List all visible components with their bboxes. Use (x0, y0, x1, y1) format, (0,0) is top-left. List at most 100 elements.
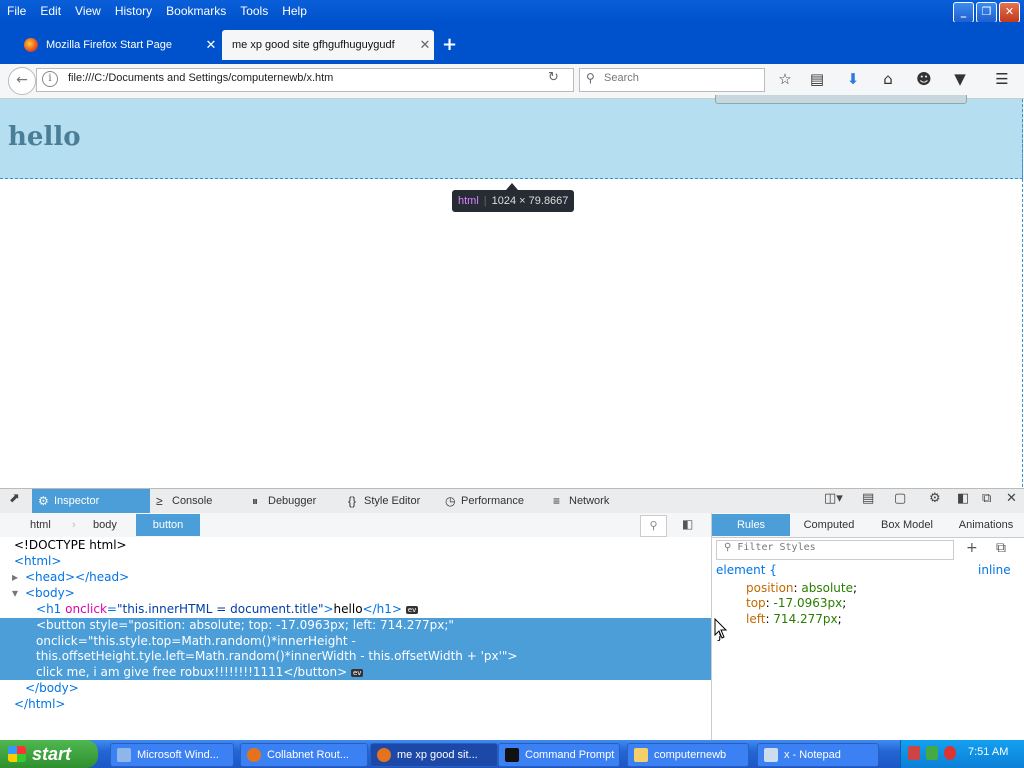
event-badge[interactable]: ev (350, 668, 364, 677)
console-icon: ≥ (156, 494, 163, 508)
markup-doctype: <!DOCTYPE html> (14, 538, 127, 552)
minimize-button[interactable]: _ (953, 2, 974, 23)
markup-button-line[interactable]: this.offsetHeight.tyle.left=Math.random(… (36, 649, 518, 663)
breadcrumb-button[interactable]: button (136, 514, 200, 536)
settings-gear-icon[interactable]: ⚙ (929, 491, 941, 506)
debugger-icon: ⏸ (252, 494, 259, 508)
close-tab-icon[interactable]: ✕ (202, 37, 220, 53)
shield-tray-icon[interactable] (944, 746, 956, 760)
markup-body-open[interactable]: <body> (25, 586, 75, 600)
taskbar-item[interactable]: Collabnet Rout... (240, 743, 368, 767)
firefox-icon (377, 748, 391, 762)
markup-button-line[interactable]: onclick="this.style.top=Math.random()*in… (36, 634, 356, 648)
menu-file[interactable]: File (0, 0, 33, 22)
tab-computed[interactable]: Computed (792, 514, 866, 536)
style-editor-icon: {} (348, 494, 357, 508)
info-icon[interactable]: i (42, 71, 58, 87)
taskbar-item[interactable]: computernewb (627, 743, 749, 767)
toggle-pseudo-class-icon[interactable]: ⧉ (996, 540, 1006, 556)
menu-history[interactable]: History (108, 0, 159, 22)
tab-rules[interactable]: Rules (712, 514, 790, 536)
filter-icon: ⚲ (724, 542, 738, 553)
security-tray-icon[interactable] (926, 746, 938, 760)
dock-side-icon[interactable]: ◧ (957, 491, 969, 506)
command-prompt-icon (505, 748, 519, 762)
menu-help[interactable]: Help (275, 0, 314, 22)
tab-active[interactable]: me xp good site gfhgufhuguygudf ✕ (222, 30, 434, 60)
network-tray-icon[interactable] (908, 746, 920, 760)
breadcrumb-body[interactable]: body (93, 514, 117, 536)
home-icon[interactable]: ⌂ (877, 68, 899, 90)
responsive-mode-icon[interactable]: ▢ (894, 491, 906, 506)
breadcrumb-html[interactable]: html (30, 514, 51, 536)
menu-view[interactable]: View (68, 0, 108, 22)
pocket-icon[interactable]: ▼ (949, 68, 971, 90)
tab-console[interactable]: ≥ Console (150, 489, 212, 513)
taskbar-item[interactable]: x - Notepad (757, 743, 879, 767)
tab-animations[interactable]: Animations (948, 514, 1024, 536)
tab-label: Mozilla Firefox Start Page (46, 39, 172, 51)
back-button[interactable]: ← (8, 67, 36, 95)
rule-declaration[interactable]: position: absolute; (746, 581, 857, 595)
clock[interactable]: 7:51 AM (968, 746, 1008, 758)
menu-bookmarks[interactable]: Bookmarks (159, 0, 233, 22)
element-picker-icon[interactable]: ⬈ (9, 491, 20, 506)
layout-icon[interactable]: ◫▾ (824, 491, 843, 506)
downloads-icon[interactable]: ⬇ (842, 68, 864, 90)
hamburger-menu-icon[interactable]: ☰ (991, 68, 1013, 90)
url-text[interactable]: file:///C:/Documents and Settings/comput… (68, 72, 333, 84)
tab-network[interactable]: ≡ Network (547, 489, 609, 513)
menu-edit[interactable]: Edit (33, 0, 68, 22)
smiley-icon[interactable]: ☻ (913, 68, 935, 90)
toggle-sidebar-icon[interactable]: ◧ (682, 517, 693, 531)
menu-tools[interactable]: Tools (233, 0, 275, 22)
menu-bar: File Edit View History Bookmarks Tools H… (0, 0, 314, 22)
close-devtools-icon[interactable]: ✕ (1006, 491, 1017, 506)
close-window-button[interactable]: ✕ (999, 2, 1020, 23)
tab-debugger[interactable]: ⏸ Debugger (246, 489, 316, 513)
markup-body-close[interactable]: </body> (25, 681, 79, 695)
tab-firefox-start[interactable]: Mozilla Firefox Start Page ✕ (14, 30, 220, 60)
start-button[interactable]: start (0, 740, 98, 768)
markup-html-close[interactable]: </html> (14, 697, 66, 711)
markup-search-icon[interactable]: ⚲ (640, 515, 667, 537)
search-placeholder: Search (604, 72, 639, 84)
rule-declaration[interactable]: top: -17.0963px; (746, 596, 846, 610)
tab-style-editor[interactable]: {} Style Editor (342, 489, 420, 513)
markup-head[interactable]: <head></head> (25, 570, 129, 584)
new-tab-button[interactable]: + (442, 34, 457, 55)
undock-window-icon[interactable]: ⧉ (982, 491, 991, 506)
inspector-icon: ⚙ (38, 494, 49, 508)
split-console-icon[interactable]: ▤ (862, 491, 874, 506)
taskbar-item[interactable]: Command Prompt (498, 743, 620, 767)
rule-declaration[interactable]: left: 714.277px; (746, 612, 842, 626)
tab-performance[interactable]: ◷ Performance (439, 489, 524, 513)
reload-icon[interactable]: ↻ (548, 70, 559, 85)
free-robux-button[interactable] (715, 95, 967, 104)
add-rule-icon[interactable]: + (966, 540, 978, 556)
markup-html-open[interactable]: <html> (14, 554, 61, 568)
markup-button-line[interactable]: click me, i am give free robux!!!!!!!!11… (36, 665, 364, 679)
collapse-arrow-icon[interactable]: ▾ (12, 586, 18, 600)
search-icon: ⚲ (586, 71, 595, 85)
tab-inspector[interactable]: ⚙ Inspector (32, 489, 150, 513)
expand-arrow-icon[interactable]: ▸ (12, 570, 18, 584)
markup-button-line[interactable]: <button style="position: absolute; top: … (36, 618, 454, 632)
tab-box-model[interactable]: Box Model (868, 514, 946, 536)
restore-button[interactable]: ❐ (976, 2, 997, 23)
page-heading[interactable]: hello (8, 122, 81, 152)
close-tab-icon[interactable]: ✕ (416, 37, 434, 53)
reading-list-icon[interactable]: ▤ (806, 68, 828, 90)
markup-h1[interactable]: <h1 onclick="this.innerHTML = document.t… (36, 602, 419, 616)
h1-highlight (0, 99, 1023, 179)
firefox-icon (247, 748, 261, 762)
taskbar-item[interactable]: Microsoft Wind... (110, 743, 234, 767)
element-tooltip: html | 1024 × 79.8667 (452, 190, 575, 212)
network-icon: ≡ (553, 494, 561, 508)
tooltip-tag: html (458, 195, 479, 207)
rule-source[interactable]: inline (978, 563, 1011, 577)
event-badge[interactable]: ev (405, 605, 419, 614)
html-outline (1022, 99, 1023, 487)
taskbar-item-active[interactable]: me xp good sit... (370, 743, 498, 767)
bookmark-star-icon[interactable]: ☆ (774, 68, 796, 90)
